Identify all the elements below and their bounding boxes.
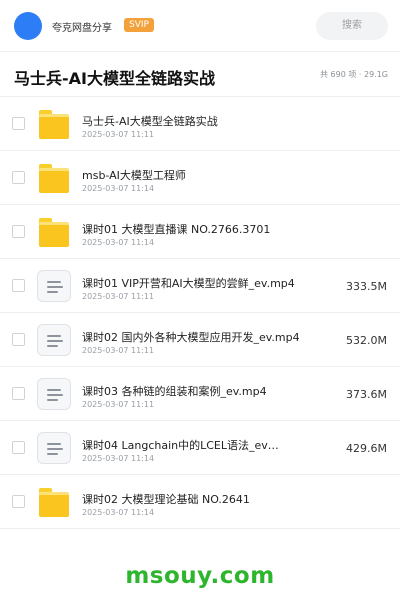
select-checkbox[interactable] xyxy=(12,387,25,400)
page-title: 马士兵-AI大模型全链路实战 xyxy=(14,69,215,88)
item-size: 373.6M xyxy=(346,388,387,401)
list-item[interactable]: 课时04 Langchain中的LCEL语法_ev… 2025-03-07 11:… xyxy=(0,421,400,475)
list-item[interactable]: 课时03 各种链的组装和案例_ev.mp4 2025-03-07 11:11 373… xyxy=(0,367,400,421)
select-checkbox[interactable] xyxy=(12,441,25,454)
select-checkbox[interactable] xyxy=(12,225,25,238)
video-file-icon xyxy=(37,270,71,302)
item-date: 2025-03-07 11:11 xyxy=(82,346,155,355)
item-size: 333.5M xyxy=(346,280,387,293)
brand-name: 夸克网盘分享 xyxy=(52,23,112,34)
item-size: 532.0M xyxy=(346,334,387,347)
item-size: 429.6M xyxy=(346,442,387,455)
item-date: 2025-03-07 11:14 xyxy=(82,184,155,193)
list-item[interactable]: 课时01 大模型直播课 NO.2766.3701 2025-03-07 11:14 xyxy=(0,205,400,259)
item-name: 课时01 VIP开营和AI大模型的尝鲜_ev.mp4 xyxy=(82,277,295,290)
folder-icon xyxy=(37,162,71,194)
item-date: 2025-03-07 11:14 xyxy=(82,454,155,463)
avatar[interactable] xyxy=(14,12,42,40)
folder-icon xyxy=(37,486,71,518)
video-file-icon xyxy=(37,378,71,410)
item-date: 2025-03-07 11:11 xyxy=(82,400,155,409)
video-file-icon xyxy=(37,432,71,464)
item-name: 课时03 各种链的组装和案例_ev.mp4 xyxy=(82,385,267,398)
select-checkbox[interactable] xyxy=(12,117,25,130)
video-file-icon xyxy=(37,324,71,356)
watermark-text: msouy.com xyxy=(125,563,275,589)
folder-icon xyxy=(37,108,71,140)
item-name: 课时02 大模型理论基础 NO.2641 xyxy=(82,493,250,506)
list-item[interactable]: 课时02 大模型理论基础 NO.2641 2025-03-07 11:14 xyxy=(0,475,400,529)
list-item[interactable]: msb-AI大模型工程师 2025-03-07 11:14 xyxy=(0,151,400,205)
select-checkbox[interactable] xyxy=(12,279,25,292)
item-name: 马士兵-AI大模型全链路实战 xyxy=(82,115,218,128)
item-name: 课时02 国内外各种大模型应用开发_ev.mp4 xyxy=(82,331,300,344)
select-checkbox[interactable] xyxy=(12,333,25,346)
folder-icon xyxy=(37,216,71,248)
item-date: 2025-03-07 11:11 xyxy=(82,130,155,139)
list-item[interactable]: 马士兵-AI大模型全链路实战 2025-03-07 11:11 xyxy=(0,97,400,151)
item-date: 2025-03-07 11:14 xyxy=(82,508,155,517)
list-item[interactable]: 课时01 VIP开营和AI大模型的尝鲜_ev.mp4 2025-03-07 11:… xyxy=(0,259,400,313)
item-date: 2025-03-07 11:14 xyxy=(82,238,155,247)
item-name: 课时01 大模型直播课 NO.2766.3701 xyxy=(82,223,271,236)
folder-summary: 共 690 项 · 29.1G xyxy=(320,70,388,79)
list-item[interactable]: 课时02 国内外各种大模型应用开发_ev.mp4 2025-03-07 11:11… xyxy=(0,313,400,367)
file-list: 马士兵-AI大模型全链路实战 2025-03-07 11:11 msb-AI大模型工… xyxy=(0,97,400,529)
search-button[interactable]: 搜索 xyxy=(316,12,388,40)
select-checkbox[interactable] xyxy=(12,171,25,184)
item-name: msb-AI大模型工程师 xyxy=(82,169,186,182)
item-date: 2025-03-07 11:11 xyxy=(82,292,155,301)
app-header: 夸克网盘分享 SVIP 搜索 xyxy=(0,0,400,52)
select-checkbox[interactable] xyxy=(12,495,25,508)
svip-badge: SVIP xyxy=(124,18,154,32)
item-name: 课时04 Langchain中的LCEL语法_ev… xyxy=(82,439,279,452)
folder-titlebar: 马士兵-AI大模型全链路实战 共 690 项 · 29.1G xyxy=(0,52,400,97)
